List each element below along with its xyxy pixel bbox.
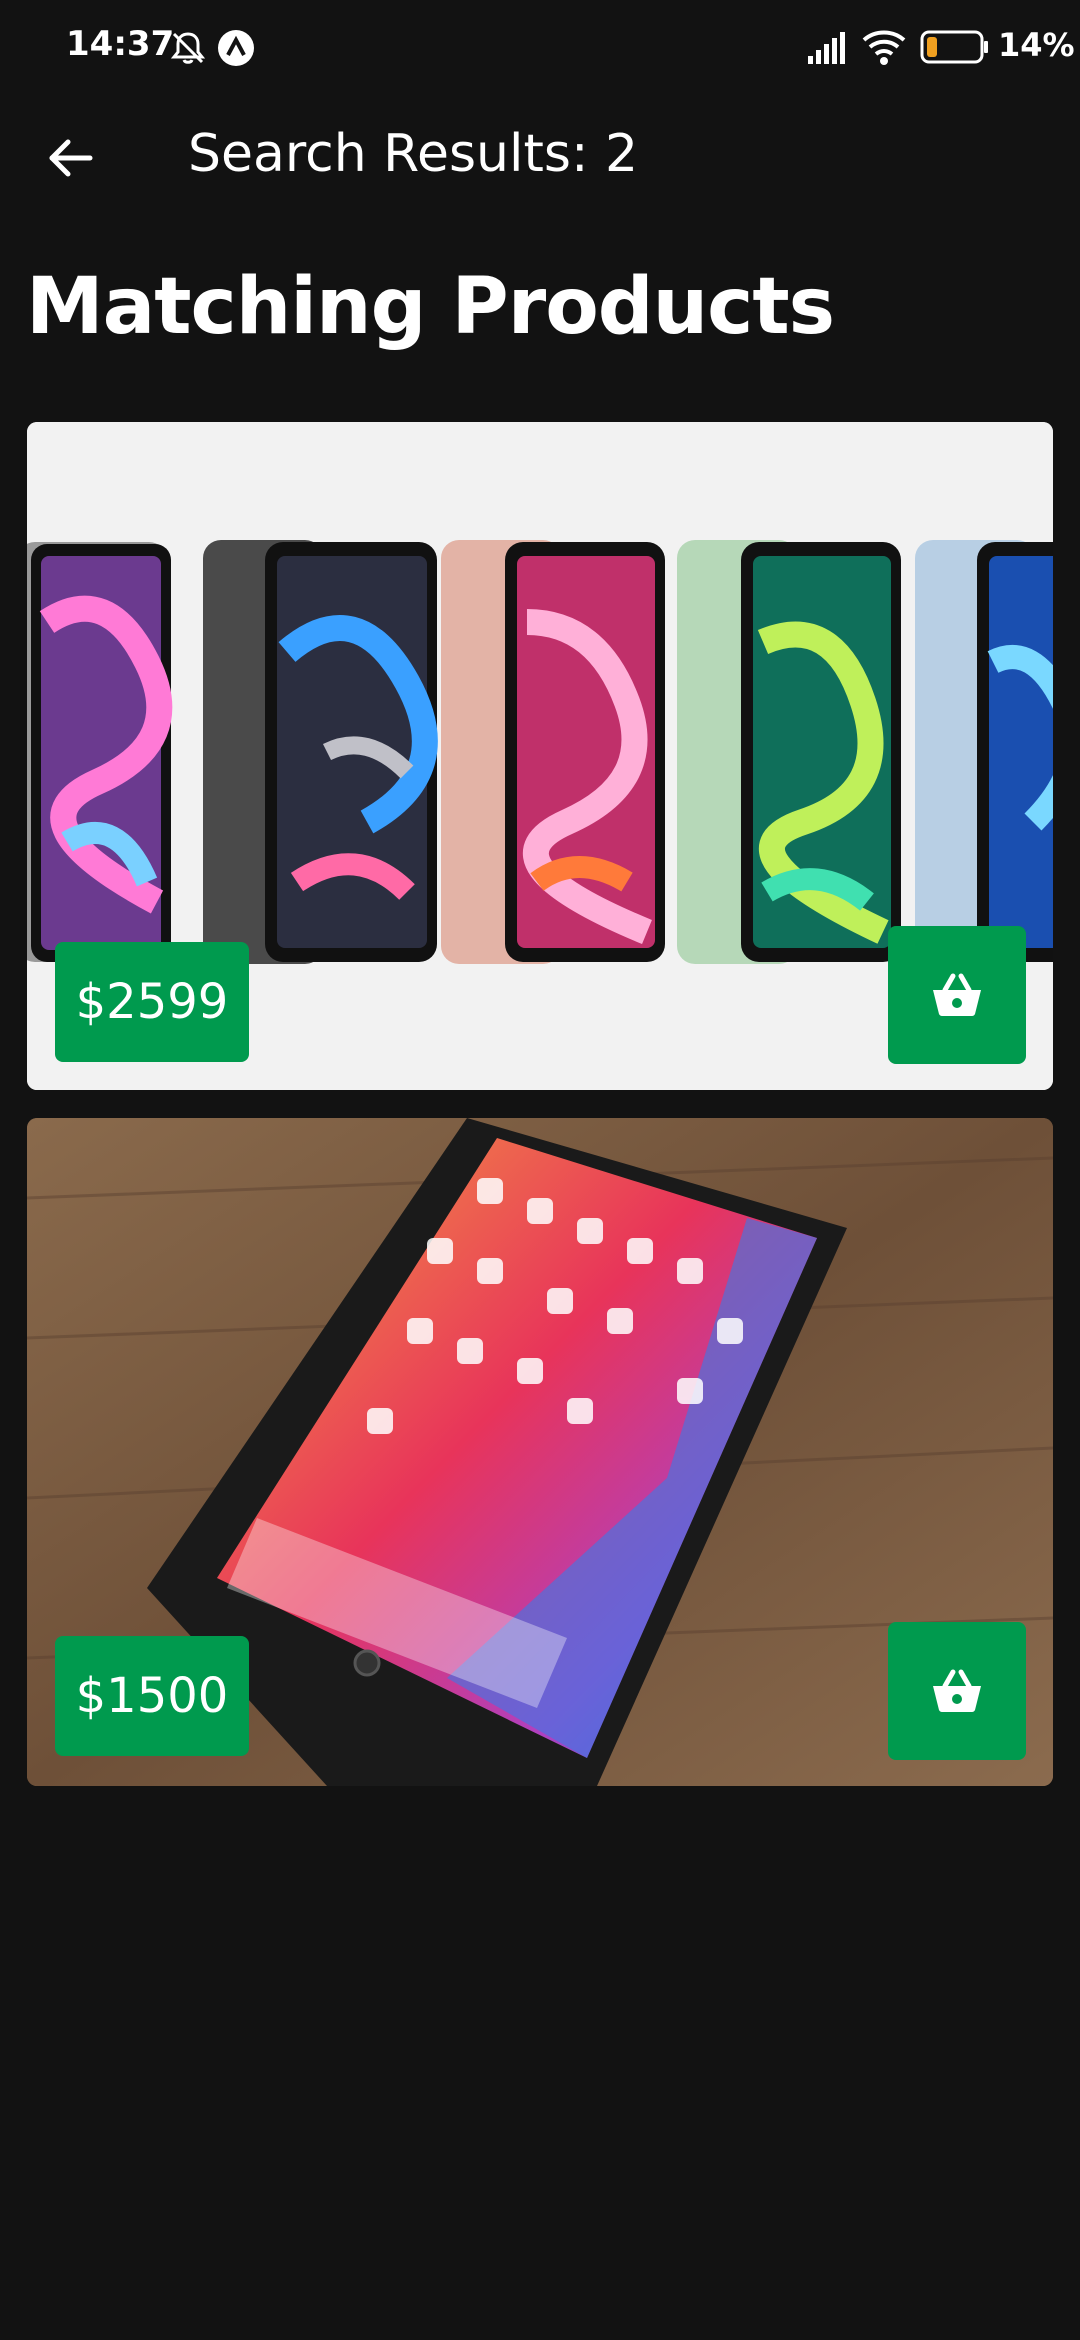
product-card[interactable]: $1500 [27, 1118, 1053, 1786]
price-badge: $1500 [55, 1636, 249, 1756]
product-card[interactable]: $2599 [27, 422, 1053, 1090]
section-title: Matching Products [26, 262, 835, 352]
add-to-cart-button[interactable] [888, 1622, 1026, 1760]
bell-off-icon [170, 32, 206, 64]
basket-icon [933, 973, 981, 1016]
app-a-icon [218, 30, 254, 66]
battery-icon [920, 30, 988, 64]
wifi-icon [862, 30, 906, 65]
battery-percent: 14% [998, 26, 1075, 64]
add-to-cart-button[interactable] [888, 926, 1026, 1064]
page-title: Search Results: 2 [188, 124, 639, 184]
basket-icon [933, 1669, 981, 1712]
status-bar: 14:37 14% [0, 0, 1080, 96]
app-bar: Search Results: 2 [0, 110, 1080, 200]
signal-icon [808, 32, 845, 64]
status-time: 14:37 [66, 24, 175, 64]
back-button[interactable] [30, 118, 110, 198]
price-badge: $2599 [55, 942, 249, 1062]
arrow-left-icon [49, 139, 93, 177]
